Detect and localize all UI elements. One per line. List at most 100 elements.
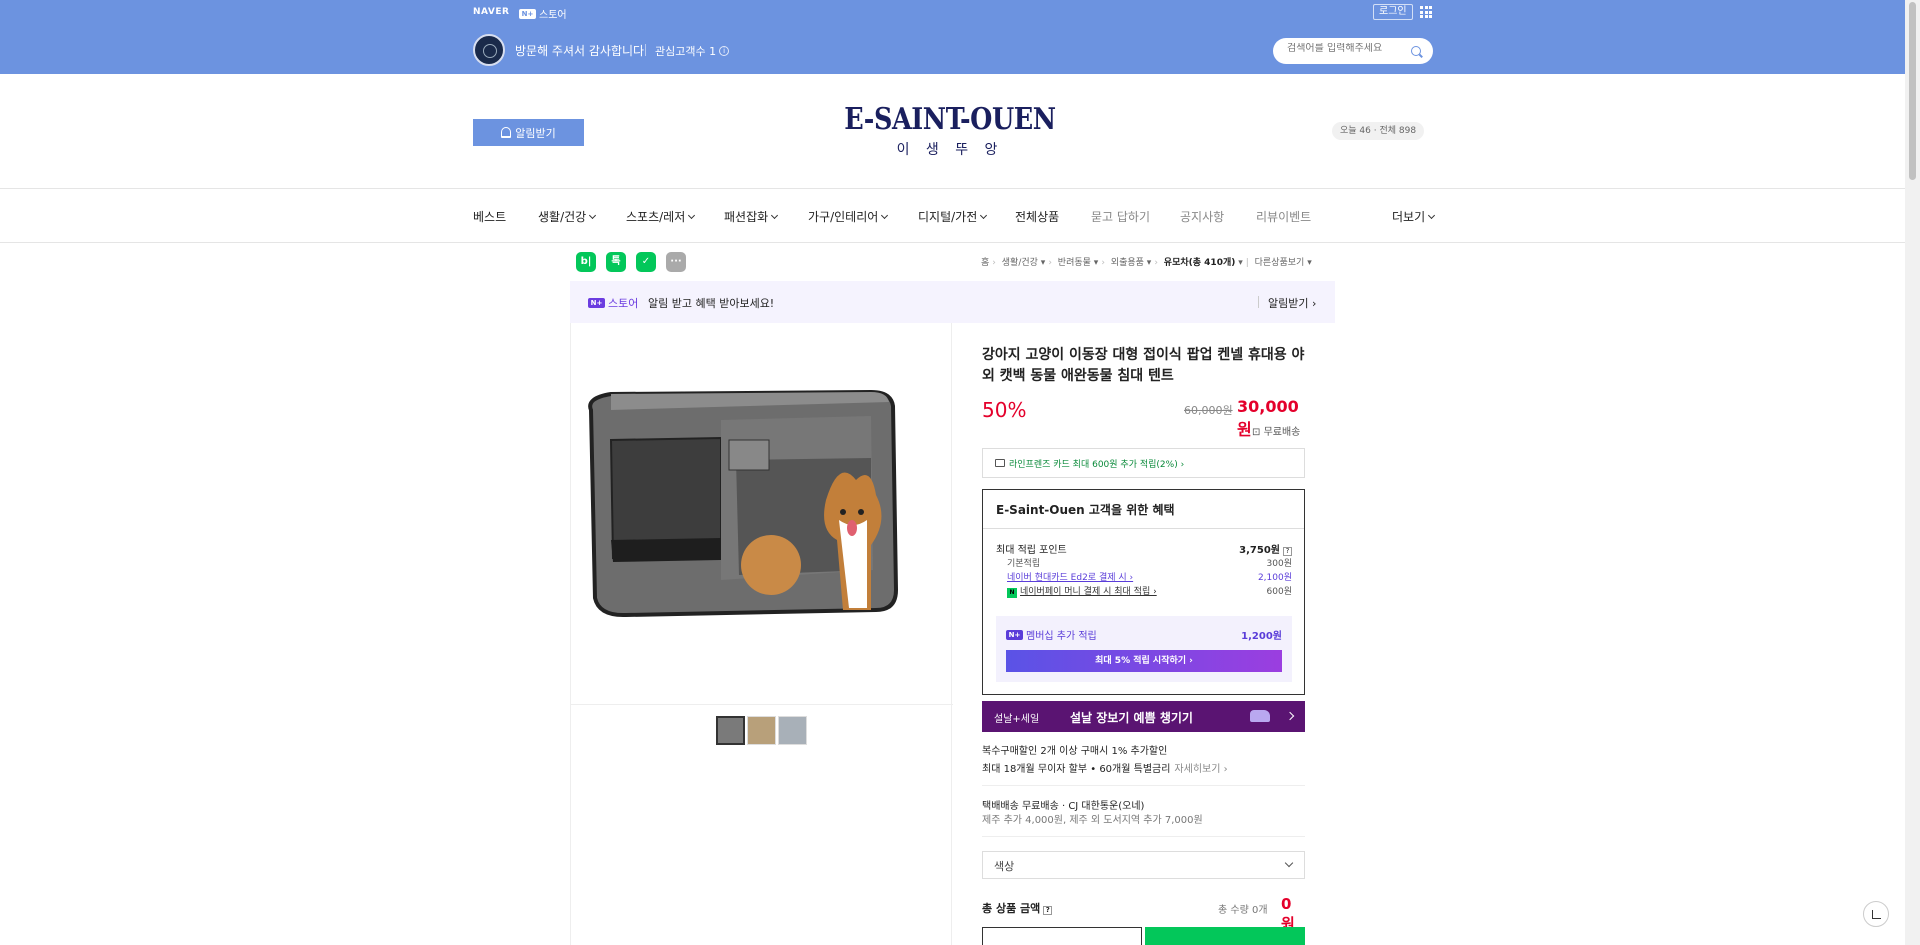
visitor-count: 오늘 46 · 전체 898 [1332,122,1425,140]
gift-button[interactable] [982,927,1142,945]
bell-icon [501,127,512,138]
naver-pay-icon: N [1007,588,1017,598]
nav-item-sports[interactable]: 스포츠/레저 [626,208,696,225]
breadcrumb: 홈 › 생활/건강 ▾ › 반려동물 ▾ › 외출용품 ▾ › 유모차(총 410개) … [981,258,1312,268]
chevron-right-icon [1285,711,1295,721]
delivery-info: 택배배송 무료배송 · CJ 대한통운(오네) [982,801,1145,812]
delivery-extra-fee: 제주 추가 4,000원, 제주 외 도서지역 추가 7,000원 [982,815,1203,826]
free-shipping-tag: ⊡ 무료배송 [1252,427,1301,438]
max-points-row: 최대 적립 포인트 3,750원? [996,541,1292,556]
store-label: 스토어 [539,10,567,21]
hyundai-card-link[interactable]: 네이버 현대카드 Ed2로 결제 시 › [1007,573,1133,583]
benefit-title: E-Saint-Ouen 고객을 위한 혜택 [996,503,1175,517]
nav-item-all-products[interactable]: 전체상품 [1015,208,1059,225]
help-icon[interactable]: ? [1043,906,1053,915]
chevron-down-icon [771,211,779,220]
chevron-down-icon [881,211,889,220]
help-icon[interactable]: ? [1283,547,1292,556]
breadcrumb-pets[interactable]: 반려동물 [1058,258,1091,268]
product-thumbnail[interactable] [778,716,807,745]
blog-share-icon[interactable]: b| [576,252,596,272]
nav-item-notice[interactable]: 공지사항 [1180,208,1224,225]
store-avatar[interactable] [473,34,505,66]
favorite-count: 관심고객수 1 [655,45,717,58]
breadcrumb-other-products[interactable]: 다른상품보기 [1255,258,1305,268]
product-thumbnail[interactable] [716,716,745,745]
page-scrollbar[interactable] [1905,0,1920,945]
breadcrumb-living[interactable]: 생활/건강 [1002,258,1038,268]
breadcrumb-outing[interactable]: 외출용품 [1111,258,1144,268]
breadcrumb-stroller[interactable]: 유모차(총 410개) [1164,258,1236,268]
installment-info: 최대 18개월 무이자 할부 • 60개월 특별금리 자세히보기 › [982,764,1228,775]
breadcrumb-home[interactable]: 홈 [981,258,989,268]
brand-subtitle: 이 생 뚜 앙 [896,142,1004,158]
brand-logo[interactable]: E-SAINT-OUEN 이 생 뚜 앙 [805,102,1095,159]
nav-item-review-event[interactable]: 리뷰이벤트 [1256,208,1311,225]
bookmark-icon[interactable]: ✓ [636,252,656,272]
cart-illustration-icon [1250,710,1270,722]
nav-item-living[interactable]: 생활/건강 [538,208,597,225]
naver-plus-badge: N+ [1006,629,1023,640]
naver-pay-link[interactable]: 네이버페이 머니 결제 시 최대 적립 › [1020,587,1157,597]
customer-benefit-box: E-Saint-Ouen 고객을 위한 혜택 최대 적립 포인트 3,750원?… [982,489,1305,695]
nav-item-digital[interactable]: 디지털/가전 [918,208,988,225]
nav-item-best[interactable]: 베스트 [473,208,506,225]
lunar-sale-banner[interactable]: 설날+세일 설날 장보기 예쁨 챙기기 [982,701,1305,732]
info-icon[interactable]: i [719,46,730,56]
chevron-down-icon [688,211,696,220]
color-option-select[interactable]: 색상 [982,851,1305,879]
card-icon [995,459,1005,467]
membership-value: 1,200원 [1241,631,1282,642]
login-button[interactable]: 로그인 [1373,4,1413,20]
search-box [1273,38,1433,64]
card-benefit-box[interactable]: 라인프렌즈 카드 최대 600원 추가 적립(2%) › [982,448,1305,478]
membership-start-button[interactable]: 최대 5% 적립 시작하기 › [1006,650,1282,672]
benefit-row: 기본적립 300원 [1007,559,1292,569]
favorite-customers: 관심고객수 1 i [655,43,730,59]
chevron-down-icon [980,211,988,220]
store-banner-alarm-link[interactable]: 알림받기 › [1268,295,1316,311]
apps-grid-icon[interactable] [1420,6,1432,18]
naver-plus-badge: N+ [588,298,605,308]
welcome-message: 방문해 주셔서 감사합니다 [515,44,645,58]
discount-rate: 50% [982,398,1027,422]
nav-more[interactable]: 더보기 [1392,208,1436,225]
naver-top-bar: NAVER N+ 스토어 로그인 [0,0,1905,25]
more-share-icon[interactable]: ··· [666,252,686,272]
total-amount-label: 총 상품 금액? [982,900,1053,916]
page: NAVER N+ 스토어 로그인 방문해 주셔서 감사합니다 관심고객수 1 i [0,0,1920,945]
membership-box: N+ 멤버십 추가 적립 1,200원 최대 5% 적립 시작하기 › [996,616,1292,682]
talk-share-icon[interactable]: 톡 [606,252,626,272]
nav-item-qna[interactable]: 묻고 답하기 [1091,208,1150,225]
store-header: 방문해 주셔서 감사합니다 관심고객수 1 i [0,25,1905,74]
store-alert-banner: N+ 스토어 알림 받고 혜택 받아보세요! 알림받기 › [570,281,1335,323]
brand-name: E-SAINT-OUEN [844,102,1056,137]
card-benefit-text: 라인프렌즈 카드 최대 600원 추가 적립(2%) › [1009,459,1185,470]
benefit-row: N 네이버페이 머니 결제 시 최대 적립 › 600원 [996,584,1292,598]
brand-area: 알림받기 E-SAINT-OUEN 이 생 뚜 앙 오늘 46 · 전체 898 [0,74,1905,189]
chevron-down-icon [1284,858,1294,868]
alarm-subscribe-button[interactable]: 알림받기 [473,119,584,146]
scrollbar-thumb[interactable] [1909,2,1916,180]
search-input[interactable] [1287,43,1407,54]
benefit-row: 네이버 현대카드 Ed2로 결제 시 › 2,100원 [1007,573,1292,583]
original-price: 60,000원 [1184,404,1233,417]
chevron-down-icon [589,211,597,220]
buy-button[interactable] [1145,927,1305,945]
category-nav: 베스트 생활/건강 스포츠/레저 패션잡화 가구/인테리어 디지털/가전 전체상… [0,189,1905,243]
naver-store-logo[interactable]: N+ 스토어 [519,6,567,21]
alarm-button-label: 알림받기 [515,126,556,140]
naver-store-logo: N+ 스토어 [588,295,638,311]
installment-details-link[interactable]: 자세히보기 › [1174,764,1227,775]
product-thumbnail[interactable] [747,716,776,745]
multi-purchase-discount: 복수구매할인 2개 이상 구매시 1% 추가할인 [982,746,1168,757]
share-icon[interactable] [1863,901,1889,927]
search-icon[interactable] [1411,46,1421,56]
nav-item-fashion[interactable]: 패션잡화 [724,208,779,225]
chevron-down-icon [1428,211,1436,220]
naver-plus-badge: N+ [519,8,536,19]
product-title: 강아지 고양이 이동장 대형 접이식 팝업 켄넬 휴대용 야외 캣백 동물 애완… [982,347,1305,384]
naver-logo[interactable]: NAVER [473,7,509,17]
nav-item-furniture[interactable]: 가구/인테리어 [808,208,889,225]
product-main-image[interactable] [571,370,953,640]
